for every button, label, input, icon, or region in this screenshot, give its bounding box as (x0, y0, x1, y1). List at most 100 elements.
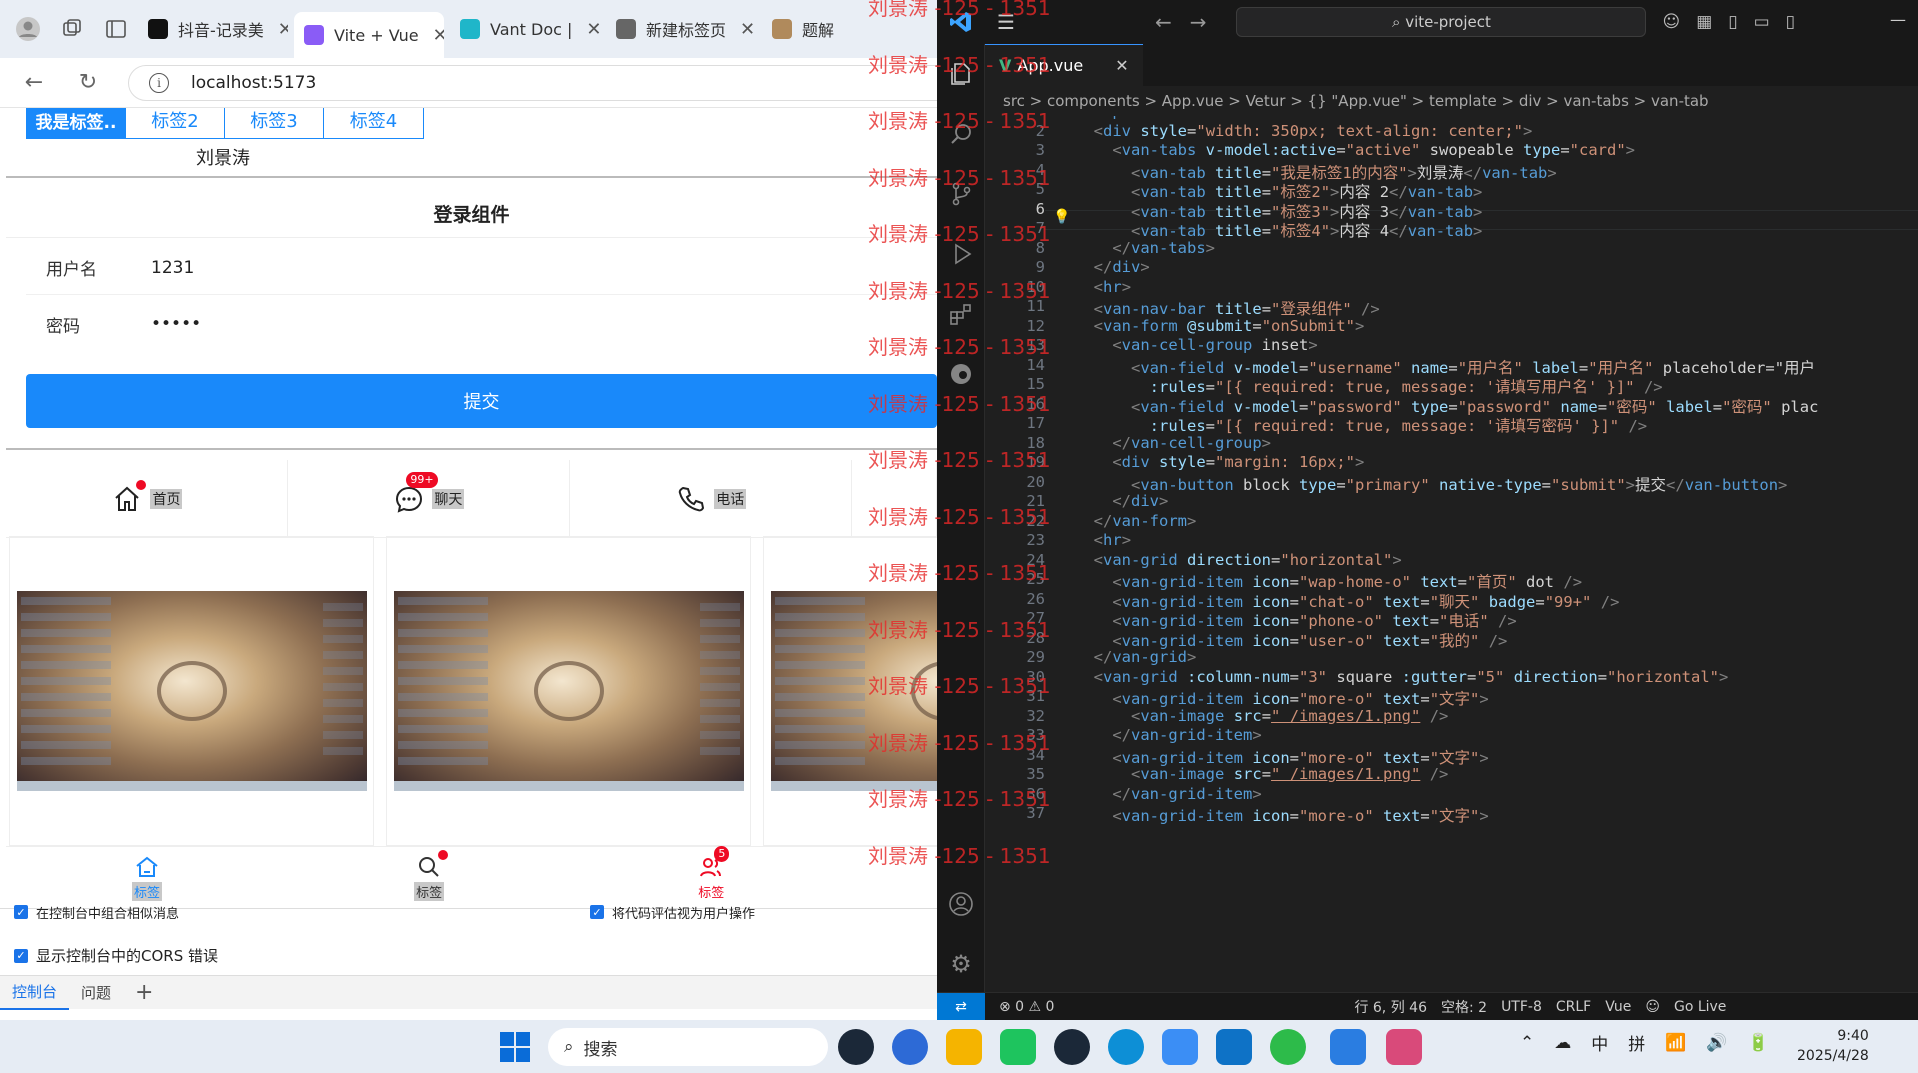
code-line[interactable]: </div> (1075, 492, 1168, 510)
code-line[interactable]: </van-form> (1075, 512, 1197, 530)
tabbar-item-3[interactable]: 5 标签 (570, 846, 852, 908)
breadcrumb[interactable]: src > components > App.vue > Vetur > {} … (985, 86, 1918, 116)
language-mode[interactable]: Vue (1605, 999, 1631, 1015)
indentation[interactable]: 空格: 2 (1441, 997, 1487, 1017)
back-icon[interactable]: ← (14, 63, 54, 103)
edge-icon[interactable] (1108, 1029, 1144, 1065)
van-tab-3[interactable]: 标签3 (225, 108, 324, 138)
line-ending[interactable]: CRLF (1556, 999, 1591, 1015)
checkbox-icon[interactable]: ✓ (14, 948, 28, 963)
tab-actions-icon[interactable] (100, 13, 132, 45)
explorer-icon[interactable] (937, 44, 985, 104)
close-icon[interactable]: ✕ (278, 19, 288, 40)
browser-tab[interactable]: 新建标签页 ✕ (606, 9, 756, 49)
cors-errors-option[interactable]: ✓ 显示控制台中的CORS 错误 (14, 945, 218, 966)
code-line[interactable]: <div style="margin: 16px;"> (1075, 453, 1364, 471)
code-line[interactable]: <van-form @submit="onSubmit"> (1075, 317, 1365, 335)
grid-item-user[interactable] (852, 460, 937, 537)
app-icon[interactable] (1162, 1029, 1198, 1065)
code-line[interactable]: <template> (1075, 116, 1168, 120)
code-line[interactable]: </van-grid-item> (1075, 785, 1261, 803)
close-icon[interactable]: ✕ (433, 25, 444, 46)
workspaces-icon[interactable] (56, 13, 88, 45)
code-line[interactable]: </van-cell-group> (1075, 434, 1271, 452)
remote-icon[interactable]: ⇄ (937, 992, 985, 1021)
battery-icon[interactable]: 🔋 (1748, 1033, 1769, 1053)
tabbar-item-4[interactable] (852, 847, 937, 908)
source-control-icon[interactable] (937, 164, 985, 224)
submit-button[interactable]: 提交 (26, 374, 937, 428)
account-icon[interactable] (937, 874, 985, 934)
code-line[interactable]: </div> (1075, 258, 1150, 276)
browser-tab[interactable]: 抖音-记录美 ✕ (138, 9, 288, 49)
copilot-status-icon[interactable]: ☺ (1645, 999, 1660, 1015)
snipping-icon[interactable] (1386, 1029, 1422, 1065)
ime-pinyin[interactable]: 拼 (1628, 1030, 1645, 1055)
van-tab-4[interactable]: 标签4 (324, 108, 423, 138)
wechat-icon[interactable] (1270, 1029, 1306, 1065)
code-line[interactable]: <van-grid :column-num="3" square :gutter… (1075, 668, 1729, 686)
tab-issues[interactable]: 问题 (69, 976, 123, 1010)
taskbar-search[interactable]: ⌕ 搜索 (548, 1028, 828, 1066)
code-line[interactable]: <van-cell-group inset> (1075, 336, 1317, 354)
nav-arrows[interactable]: ←→ (1155, 10, 1225, 34)
username-input[interactable]: 1231 (151, 258, 194, 278)
reload-icon[interactable]: ↻ (68, 63, 108, 103)
settings-gear-icon[interactable]: ⚙ (937, 934, 985, 994)
code-line[interactable]: <van-tabs v-model:active="active" swopea… (1075, 141, 1635, 159)
steam-icon[interactable] (838, 1029, 874, 1065)
image-grid-item[interactable] (763, 536, 937, 846)
code-line[interactable]: <van-image src=" /images/1.png" /> (1075, 765, 1448, 783)
devtools-option[interactable]: ✓ 在控制台中组合相似消息 (14, 905, 179, 919)
vscode-taskbar-icon[interactable] (1216, 1029, 1252, 1065)
search-icon[interactable] (937, 104, 985, 164)
image-grid-item[interactable] (386, 536, 751, 846)
code-line[interactable]: </van-grid> (1075, 648, 1197, 666)
wifi-icon[interactable]: 📶 (1665, 1033, 1686, 1053)
tab-app-vue[interactable]: V App.vue ✕ (985, 44, 1143, 86)
profile-icon[interactable] (12, 13, 44, 45)
code-line[interactable]: <hr> (1075, 531, 1131, 549)
cursor-position[interactable]: 行 6, 列 46 (1354, 997, 1427, 1017)
store-icon[interactable] (1000, 1029, 1036, 1065)
grid-item-phone[interactable]: 电话 (570, 460, 852, 537)
password-field[interactable]: 密码 ••••• (26, 297, 937, 351)
toggle-secondary-sidebar-icon[interactable]: ▯ (1786, 12, 1795, 32)
code-line[interactable]: <van-button block type="primary" native-… (1075, 473, 1787, 495)
code-line[interactable]: <van-image src=" /images/1.png" /> (1075, 707, 1448, 725)
toggle-sidebar-icon[interactable]: ▯ (1728, 12, 1737, 32)
ime-mode[interactable]: 中 (1591, 1030, 1608, 1055)
command-center-search[interactable]: ⌕ vite-project (1236, 7, 1647, 37)
run-debug-icon[interactable] (937, 224, 985, 284)
tabbar-item-2[interactable]: 标签 (288, 847, 570, 908)
copilot-icon[interactable]: ☺ (1662, 12, 1680, 32)
add-tab-icon[interactable]: + (123, 976, 165, 1010)
close-tab-icon[interactable]: ✕ (1115, 56, 1128, 75)
file-explorer-icon[interactable] (946, 1029, 982, 1065)
browser-tab[interactable]: Vant Doc | ✕ (450, 9, 600, 49)
steam-icon[interactable] (1054, 1029, 1090, 1065)
tabbar-item-1[interactable]: 标签 (6, 847, 288, 908)
menu-icon[interactable]: ☰ (997, 10, 1015, 34)
start-icon[interactable] (500, 1032, 530, 1062)
van-tab-1[interactable]: 我是标签.. (27, 108, 126, 138)
layout-icon[interactable]: ▦ (1696, 12, 1712, 32)
browser-tab[interactable]: Vite + Vue ✕ (294, 12, 444, 58)
minimize-icon[interactable]: — (1890, 10, 1906, 29)
code-editor[interactable]: 💡 1 <template> 2 <div style="width: 350px;… (985, 116, 1918, 992)
lightbulb-icon[interactable]: 💡 (1053, 209, 1070, 225)
site-info-icon[interactable]: i (149, 72, 169, 93)
volume-icon[interactable]: 🔊 (1706, 1033, 1727, 1053)
code-line[interactable]: </van-grid-item> (1075, 726, 1261, 744)
edge-devtools-icon[interactable] (937, 344, 985, 404)
image-grid-item[interactable] (9, 536, 374, 846)
problems-count[interactable]: ⊗ 0 ⚠ 0 (999, 999, 1054, 1015)
toggle-panel-icon[interactable]: ▭ (1754, 12, 1770, 32)
tab-console[interactable]: 控制台 (0, 976, 70, 1010)
encoding[interactable]: UTF-8 (1501, 999, 1542, 1015)
password-input[interactable]: ••••• (151, 314, 201, 334)
code-line[interactable]: <div style="width: 350px; text-align: ce… (1075, 122, 1533, 140)
extensions-icon[interactable] (937, 284, 985, 344)
van-tab-2[interactable]: 标签2 (126, 108, 225, 138)
devtools-option[interactable]: ✓ 将代码评估视为用户操作 (590, 905, 755, 919)
